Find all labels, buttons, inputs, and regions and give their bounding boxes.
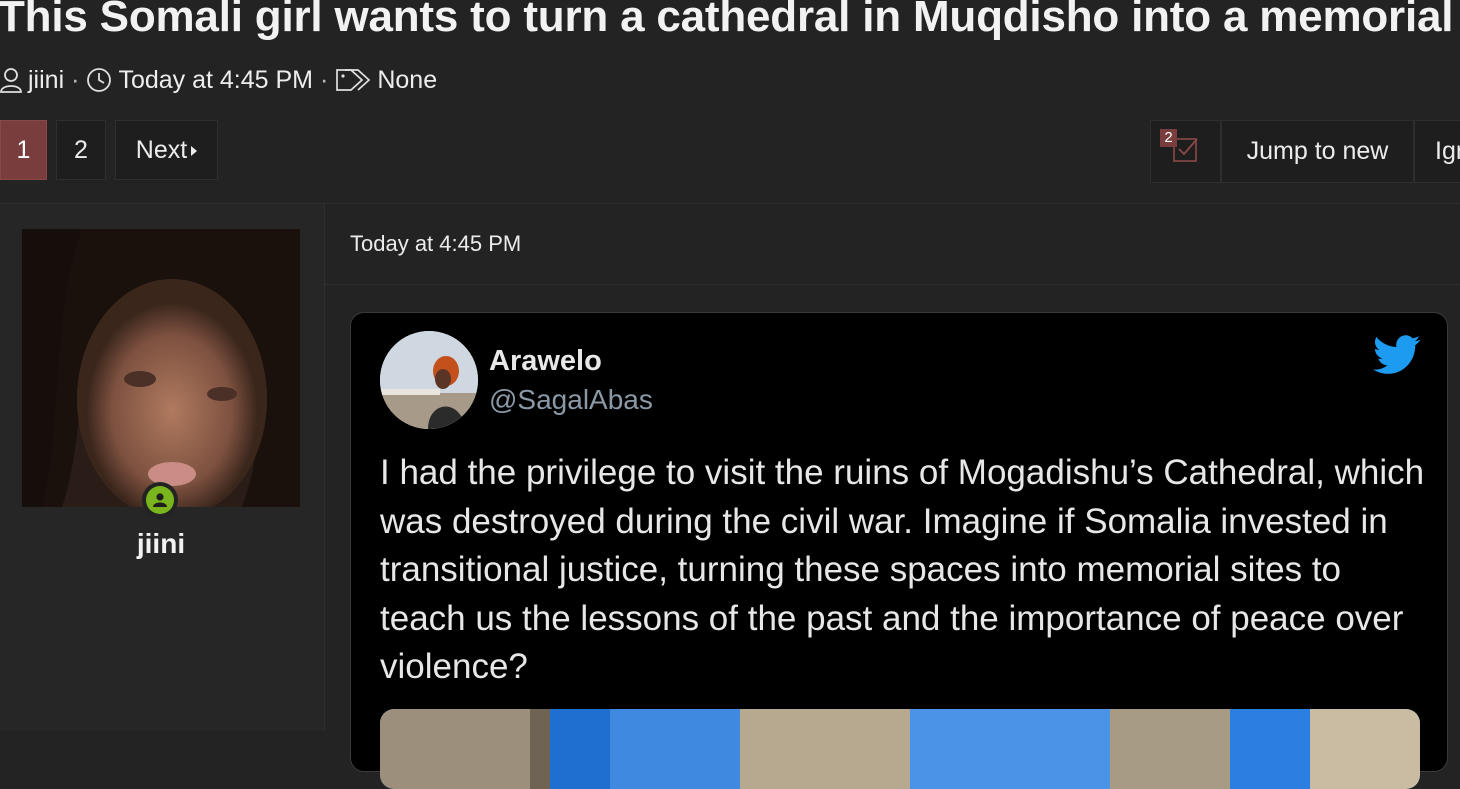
thread-meta: jiini · Today at 4:45 PM · None: [0, 64, 437, 96]
post-header-divider: [325, 284, 1460, 285]
post-timestamp[interactable]: Today at 4:45 PM: [350, 231, 521, 257]
meta-separator: ·: [320, 65, 329, 94]
tweet-text: I had the privilege to visit the ruins o…: [380, 453, 1425, 686]
twitter-bird-icon[interactable]: [1373, 335, 1421, 380]
online-status-icon: [142, 482, 178, 518]
thread-actions: 2 Jump to new Ignore: [1150, 120, 1460, 183]
clock-icon: [86, 67, 112, 93]
next-page-button[interactable]: Next: [115, 120, 218, 180]
unread-count-badge: 2: [1160, 129, 1177, 147]
pagination: 1 2 Next: [0, 120, 218, 180]
ignore-button[interactable]: Ignore: [1414, 120, 1460, 183]
thread-time-link[interactable]: Today at 4:45 PM: [118, 66, 313, 95]
user-avatar[interactable]: [22, 229, 300, 507]
meta-separator: ·: [71, 65, 80, 94]
tweet-media-image[interactable]: [380, 709, 1420, 789]
page-2-button[interactable]: 2: [56, 120, 106, 180]
tweet-author-avatar[interactable]: [380, 331, 478, 429]
embedded-tweet[interactable]: Arawelo @SagalAbas I had the privilege t…: [350, 312, 1448, 789]
jump-to-new-button[interactable]: Jump to new: [1221, 120, 1414, 183]
thread-title: This Somali girl wants to turn a cathedr…: [0, 0, 1454, 41]
tag-icon: [335, 67, 371, 93]
next-label: Next: [135, 135, 188, 164]
caret-right-icon: [191, 146, 198, 156]
user-icon: [0, 67, 22, 93]
post-username[interactable]: jiini: [22, 528, 300, 560]
page-1-button[interactable]: 1: [0, 120, 47, 180]
tweet-author-handle[interactable]: @SagalAbas: [489, 384, 653, 416]
tweet-author-name[interactable]: Arawelo: [489, 345, 602, 378]
mark-read-button[interactable]: 2: [1150, 120, 1221, 183]
thread-author-link[interactable]: jiini: [28, 66, 64, 95]
thread-tags: None: [377, 65, 438, 94]
